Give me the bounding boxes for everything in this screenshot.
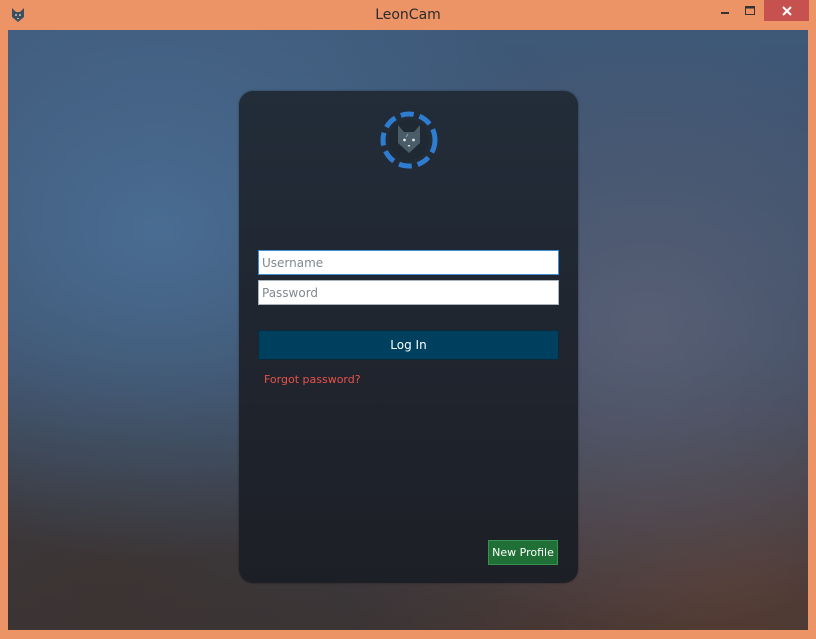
forgot-password-link[interactable]: Forgot password? <box>264 373 361 386</box>
maximize-icon <box>745 5 755 15</box>
new-profile-button[interactable]: New Profile <box>488 540 558 565</box>
minimize-icon <box>721 11 729 14</box>
leoncam-cat-logo-icon <box>379 110 439 170</box>
window-title: LeonCam <box>375 7 441 23</box>
username-field[interactable] <box>258 250 559 275</box>
app-background: Log In Forgot password? New Profile <box>8 30 808 630</box>
close-icon <box>781 5 792 16</box>
login-button[interactable]: Log In <box>258 330 559 360</box>
leoncam-window: LeonCam Username Log In Forgot password?… <box>0 0 816 639</box>
title-bar[interactable]: LeonCam <box>0 0 816 30</box>
minimize-button[interactable] <box>713 0 737 21</box>
login-panel: Log In Forgot password? New Profile <box>239 91 578 583</box>
close-button[interactable] <box>764 0 809 21</box>
maximize-button[interactable] <box>738 0 762 21</box>
password-field[interactable] <box>258 280 559 305</box>
